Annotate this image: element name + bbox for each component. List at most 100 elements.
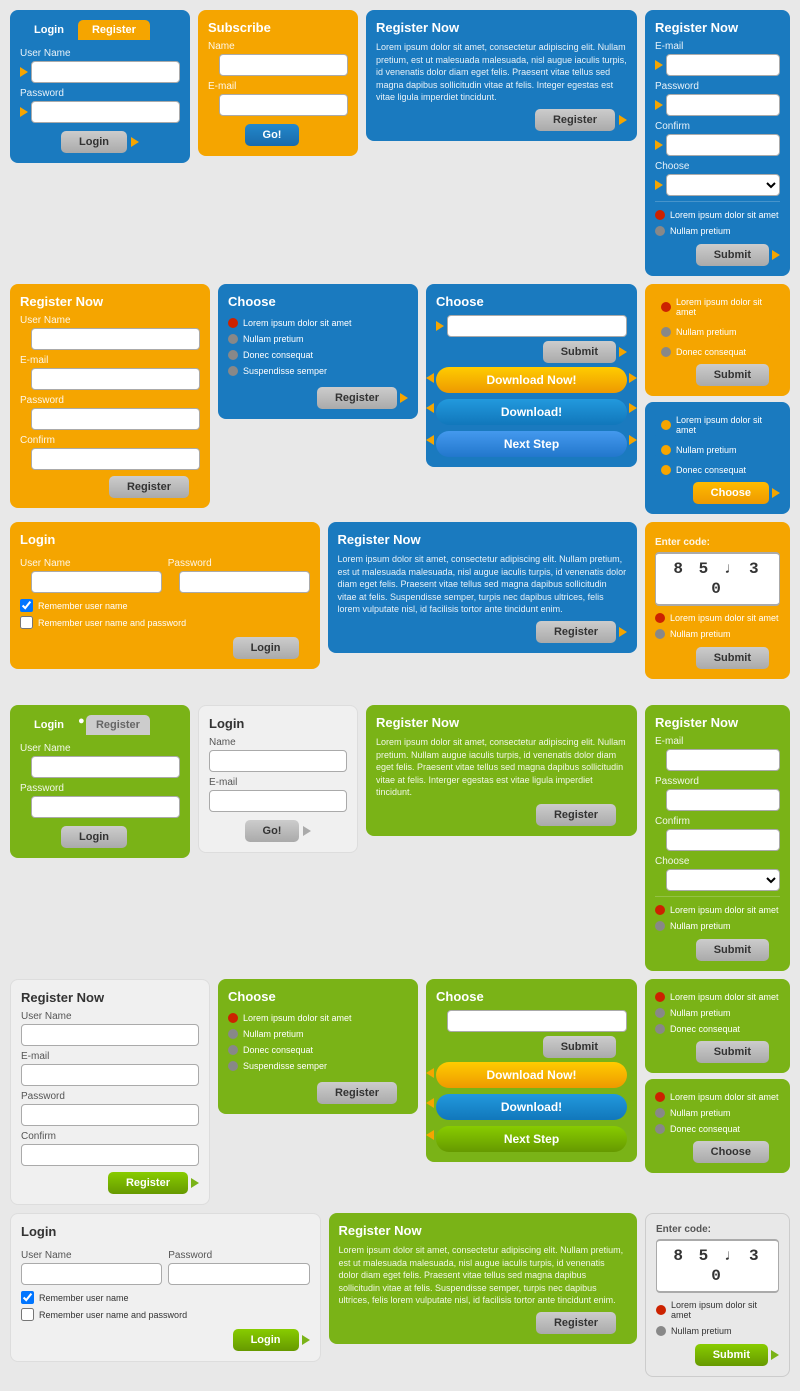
pass-g-label: Password	[20, 783, 180, 794]
reg-g2-btn[interactable]: Register	[536, 1312, 616, 1334]
reg2-button[interactable]: Register	[109, 476, 189, 498]
conf2-inp[interactable]	[31, 448, 200, 470]
rem1-g2: Remember user name	[21, 1289, 310, 1306]
login-button[interactable]: Login	[61, 131, 127, 153]
uname-g2-inp[interactable]	[21, 1263, 162, 1285]
email2-inp[interactable]	[31, 368, 200, 390]
email-rg-inp[interactable]	[666, 749, 780, 771]
choose-inp[interactable]	[447, 315, 627, 337]
uname-w-inp[interactable]	[21, 1024, 199, 1046]
email-label-r: E-mail	[655, 41, 780, 52]
register-button[interactable]: Register	[535, 109, 615, 131]
uname-o-label: User Name	[20, 558, 162, 569]
captcha-text: 8 5 ♩ 3 0	[673, 560, 761, 598]
download-now-btn[interactable]: Download Now!	[436, 367, 627, 393]
reg-rg-title: Register Now	[655, 715, 780, 730]
conf-rg-inp[interactable]	[666, 829, 780, 851]
cap-g-sub-btn[interactable]: Submit	[695, 1344, 768, 1366]
reg-g-arr	[619, 810, 627, 820]
conf-w2-inp[interactable]	[21, 1144, 199, 1166]
ch-lbl4: Suspendisse semper	[243, 366, 327, 376]
ns-g-btn[interactable]: Next Step	[436, 1126, 627, 1152]
choose-select-r[interactable]	[666, 174, 780, 196]
go-w-btn[interactable]: Go!	[245, 820, 300, 842]
download-btn[interactable]: Download!	[436, 399, 627, 425]
pass-w2-inp[interactable]	[21, 1104, 199, 1126]
uname-g-inp[interactable]	[31, 756, 180, 778]
reg-o-arr	[619, 627, 627, 637]
register-g-card: Register Now Lorem ipsum dolor sit amet,…	[366, 705, 637, 836]
cap-arr	[772, 653, 780, 663]
pass-g2-inp[interactable]	[168, 1263, 309, 1285]
radio-dot-2	[655, 226, 665, 236]
rem1-g2-cb[interactable]	[21, 1291, 34, 1304]
reg-w-btn[interactable]: Register	[108, 1172, 188, 1194]
pass2-inp[interactable]	[31, 408, 200, 430]
sub-g-arr	[619, 1042, 627, 1052]
register-now-title: Register Now	[376, 20, 627, 35]
submit-button-r[interactable]: Submit	[696, 244, 769, 266]
og-submit-btn[interactable]: Submit	[696, 364, 769, 386]
username-input[interactable]	[31, 61, 180, 83]
dl-g-btn[interactable]: Download!	[436, 1094, 627, 1120]
next-step-btn[interactable]: Next Step	[436, 431, 627, 457]
pass-o-label: Password	[168, 558, 310, 569]
uname-inp[interactable]	[31, 328, 200, 350]
gc-sub-btn[interactable]: Submit	[696, 1041, 769, 1063]
pass-o-inp[interactable]	[179, 571, 310, 593]
radio-item-2: Nullam pretium	[655, 223, 780, 239]
arr-rg4	[655, 875, 663, 885]
email-input-r[interactable]	[666, 54, 780, 76]
dl-left-arr	[426, 373, 434, 383]
choose-right-g: Choose Submit Download Now! Download! Ne…	[426, 979, 637, 1162]
password-input[interactable]	[31, 101, 180, 123]
login-g-tab[interactable]: Login	[20, 715, 78, 735]
choose-btn-bc[interactable]: Choose	[693, 482, 769, 504]
email-w-inp[interactable]	[209, 790, 347, 812]
register-tab[interactable]: Register	[78, 20, 150, 40]
cap-submit-btn[interactable]: Submit	[696, 647, 769, 669]
register-now-card-blue: Register Now Lorem ipsum dolor sit amet,…	[366, 10, 637, 141]
choose-rg-sel[interactable]	[666, 869, 780, 891]
choose-g-inp[interactable]	[447, 1010, 627, 1032]
uname-o-inp[interactable]	[31, 571, 162, 593]
login-o-btn[interactable]: Login	[233, 637, 299, 659]
ch-lbl3: Donec consequat	[243, 350, 313, 360]
confirm-input-r[interactable]	[666, 134, 780, 156]
main-container: Login Register User Name Password Login …	[10, 10, 790, 1377]
reg-o-btn[interactable]: Register	[536, 621, 616, 643]
sub-g-btn[interactable]: Submit	[543, 1036, 616, 1058]
sub-rg-btn[interactable]: Submit	[696, 939, 769, 961]
email-input[interactable]	[219, 94, 348, 116]
name-input[interactable]	[219, 54, 348, 76]
submit-ch-btn[interactable]: Submit	[543, 341, 616, 363]
register-right-g: Register Now E-mail Password Confirm Cho…	[645, 705, 790, 971]
captcha-label: Enter code:	[655, 537, 780, 548]
name-w-inp[interactable]	[209, 750, 347, 772]
remember1-cb[interactable]	[20, 599, 33, 612]
gcb-arr	[772, 1147, 780, 1157]
reg-g-btn[interactable]: Register	[536, 804, 616, 826]
choose-g-card: Choose Lorem ipsum dolor sit amet Nullam…	[218, 979, 418, 1114]
login-tab[interactable]: Login	[20, 20, 78, 40]
cg-reg-btn[interactable]: Register	[317, 1082, 397, 1104]
pass-rg-inp[interactable]	[666, 789, 780, 811]
ch-reg-button[interactable]: Register	[317, 387, 397, 409]
dl-now-g-btn[interactable]: Download Now!	[436, 1062, 627, 1088]
gcb-choose-btn[interactable]: Choose	[693, 1141, 769, 1163]
rem2-g2-cb[interactable]	[21, 1308, 34, 1321]
reg2-arr	[192, 482, 200, 492]
login-g2-btn[interactable]: Login	[233, 1329, 299, 1351]
subscribe-card: Subscribe Name E-mail Go!	[198, 10, 358, 156]
gc-dot2	[655, 1008, 665, 1018]
captcha-value: 8 5 ♩ 3 0	[655, 552, 780, 606]
password-input-r[interactable]	[666, 94, 780, 116]
pass-g-inp[interactable]	[31, 796, 180, 818]
email-w2-inp[interactable]	[21, 1064, 199, 1086]
go-button[interactable]: Go!	[245, 124, 300, 146]
remember2-cb[interactable]	[20, 616, 33, 629]
conf-rg-label: Confirm	[655, 816, 780, 827]
login-g-btn[interactable]: Login	[61, 826, 127, 848]
arrow-r4	[655, 180, 663, 190]
register-g-tab[interactable]: Register	[86, 715, 150, 735]
